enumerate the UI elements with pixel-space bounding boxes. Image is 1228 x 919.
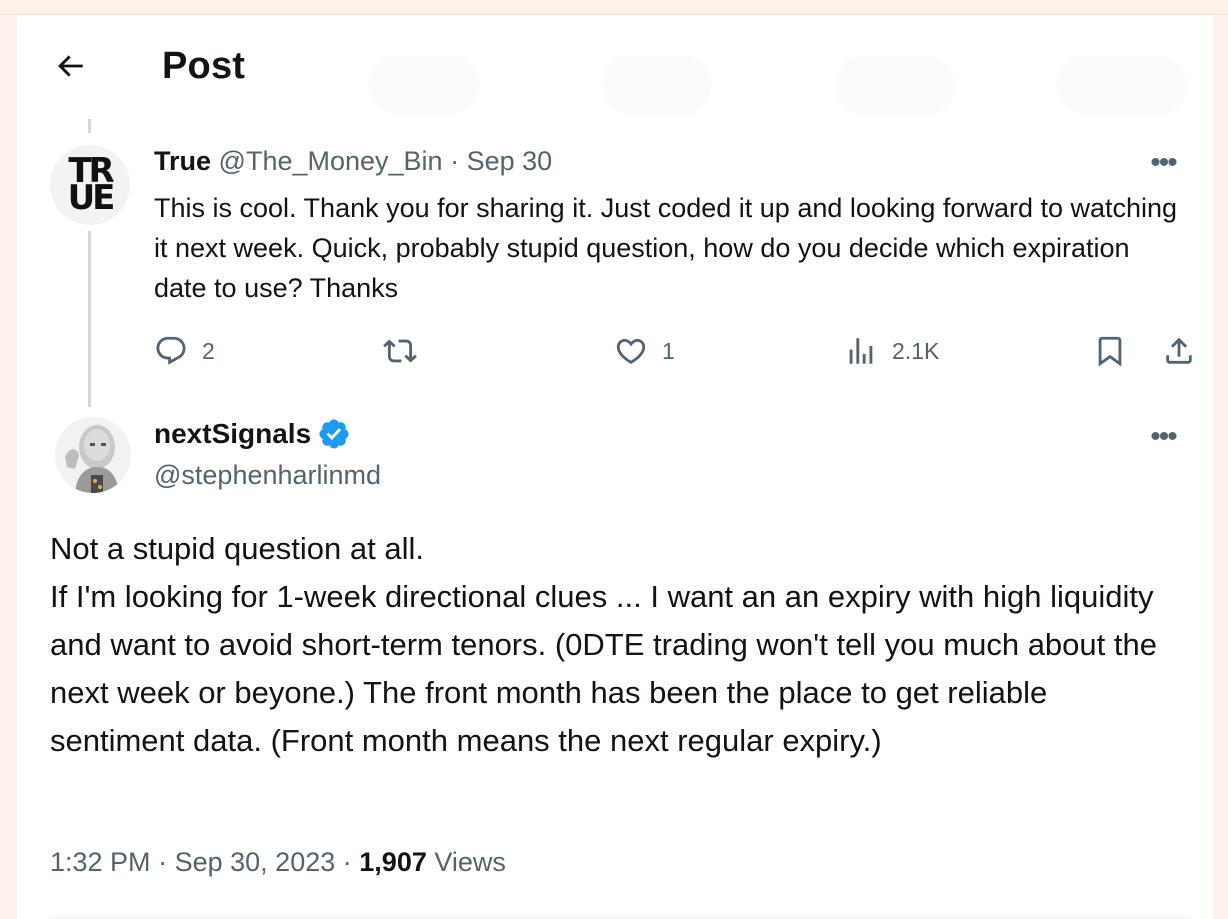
post-text: Not a stupid question at all. If I'm loo… [50,525,1190,765]
faded-bg-element [369,55,479,115]
reply-count: 2 [202,337,215,364]
like-count: 1 [662,337,675,364]
avatar-logo: TR UE [67,151,116,218]
thread-line-top [88,119,91,133]
bookmark-button[interactable] [1093,330,1127,372]
back-button[interactable] [47,43,93,89]
faded-bg-element [835,55,955,115]
page-title: Post [162,45,246,87]
author-handle[interactable]: @The_Money_Bin [219,146,443,176]
more-options-button[interactable]: ••• [1143,417,1183,457]
post-header: Post [17,15,1213,119]
share-button[interactable] [1162,330,1196,372]
author-name-row: nextSignals [154,417,351,451]
separator: · [450,146,460,176]
faded-bg-element [1057,55,1187,115]
post-paragraph: Not a stupid question at all. [50,531,424,566]
post-time[interactable]: 1:32 PM [50,847,151,877]
reply-button[interactable]: 2 [154,330,215,372]
reply-text: This is cool. Thank you for sharing it. … [154,193,1178,303]
repost-button[interactable] [383,330,417,372]
like-button[interactable]: 1 [614,330,675,372]
views-button[interactable]: 2.1K [844,330,939,372]
robot-avatar-image [55,417,131,493]
post-date[interactable]: Sep 30 [467,146,553,176]
thread-line [88,231,91,407]
views-label: Views [434,847,506,877]
author-name[interactable]: True [154,146,211,176]
author-name[interactable]: nextSignals [154,418,311,450]
more-horizontal-icon: ••• [1150,420,1177,453]
more-options-button[interactable]: ••• [1143,143,1183,183]
repost-icon [383,339,417,363]
post-paragraph: If I'm looking for 1-week directional cl… [50,579,1157,758]
heart-icon [616,338,646,364]
post-date[interactable]: Sep 30, 2023 [175,847,336,877]
bookmark-icon [1098,336,1122,367]
post-panel: Post TR UE True @The_Money_Bin · Sep 30 … [16,15,1214,919]
views-count: 1,907 [359,847,427,877]
verified-badge-icon[interactable] [317,417,351,451]
separator: · [342,847,352,877]
faded-bg-element [602,55,712,115]
reply-header: True @The_Money_Bin · Sep 30 [154,146,552,177]
arrow-left-icon [58,55,83,77]
reply-actions: 2 1 2.1K [154,330,1194,372]
analytics-icon [849,338,873,364]
author-handle[interactable]: @stephenharlinmd [154,460,381,491]
more-horizontal-icon: ••• [1150,146,1177,179]
separator: · [158,847,168,877]
share-icon [1166,337,1192,364]
divider [50,917,1190,918]
avatar[interactable]: TR UE [50,145,130,225]
reply-icon [156,336,186,365]
post-meta: 1:32 PM · Sep 30, 2023 · 1,907 Views [50,847,506,878]
views-count: 2.1K [892,337,940,364]
top-strip [0,0,1228,15]
avatar[interactable] [55,417,131,493]
